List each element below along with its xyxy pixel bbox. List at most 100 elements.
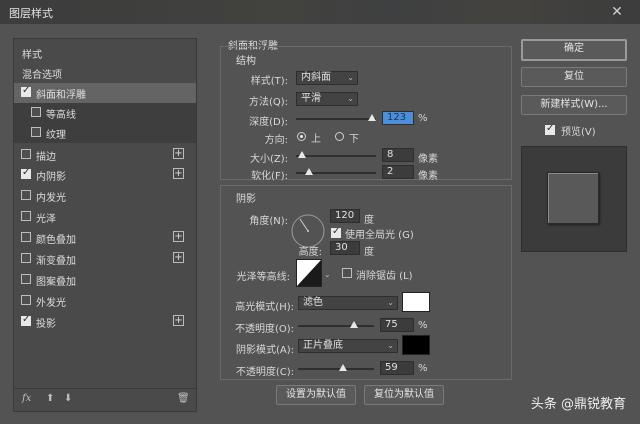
title-bar-background	[60, 0, 620, 24]
shading-title: 阴影	[236, 194, 256, 205]
add-drop-shadow-icon[interactable]: +	[173, 315, 184, 326]
window-title: 图层样式	[9, 7, 53, 20]
style-item-inner-shadow[interactable]: 内阴影 +	[14, 165, 196, 185]
highlight-opacity-unit: %	[418, 320, 428, 331]
shadow-mode-select[interactable]: 正片叠底 ⌄	[298, 339, 398, 353]
direction-label: 方向:	[264, 135, 288, 146]
soften-label: 软化(F):	[251, 171, 288, 182]
technique-label: 方法(Q):	[248, 97, 288, 108]
inner-glow-checkbox[interactable]	[21, 190, 31, 200]
highlight-mode-select[interactable]: 滤色 ⌄	[298, 296, 398, 310]
global-light-label: 使用全局光 (G)	[345, 230, 414, 241]
depth-slider-thumb[interactable]	[368, 114, 376, 121]
highlight-color-swatch[interactable]	[402, 292, 430, 312]
highlight-mode-label: 高光模式(H):	[235, 302, 294, 313]
technique-select[interactable]: 平滑 ⌄	[296, 92, 358, 106]
styles-header[interactable]: 样式	[14, 43, 196, 63]
blend-options-item[interactable]: 混合选项	[14, 63, 196, 83]
add-inner-shadow-icon[interactable]: +	[173, 168, 184, 179]
highlight-opacity-label: 不透明度(O):	[234, 324, 294, 335]
style-item-stroke[interactable]: 描边 +	[14, 145, 196, 165]
style-item-color-overlay[interactable]: 颜色叠加 +	[14, 228, 196, 248]
shadow-mode-label: 阴影模式(A):	[235, 345, 294, 356]
shadow-opacity-thumb[interactable]	[339, 364, 347, 371]
style-item-texture[interactable]: 纹理	[14, 123, 196, 143]
pattern-overlay-checkbox[interactable]	[21, 274, 31, 284]
depth-input[interactable]: 123	[382, 111, 414, 125]
direction-up-label: 上	[311, 134, 321, 145]
svg-text:⌄: ⌄	[324, 270, 331, 279]
style-select[interactable]: 内斜面 ⌄	[296, 71, 358, 85]
global-light-checkbox[interactable]	[331, 226, 341, 238]
move-up-icon[interactable]: ⬆	[46, 393, 54, 404]
direction-down-label: 下	[349, 134, 359, 145]
chevron-down-icon: ⌄	[387, 298, 394, 307]
highlight-opacity-input[interactable]: 75	[380, 318, 414, 332]
style-item-pattern-overlay[interactable]: 图案叠加	[14, 270, 196, 290]
soften-slider-thumb[interactable]	[305, 168, 313, 175]
highlight-opacity-slider[interactable]	[298, 325, 374, 327]
altitude-label: 高度:	[298, 247, 322, 258]
contour-checkbox[interactable]	[31, 107, 41, 117]
style-item-outer-glow[interactable]: 外发光	[14, 291, 196, 311]
depth-unit: %	[418, 113, 428, 124]
size-input[interactable]: 8	[382, 148, 414, 162]
drop-shadow-checkbox[interactable]	[21, 314, 31, 326]
add-stroke-icon[interactable]: +	[173, 148, 184, 159]
style-item-drop-shadow[interactable]: 投影 +	[14, 312, 196, 332]
reset-button[interactable]: 复位	[521, 67, 627, 87]
move-down-icon[interactable]: ⬇	[64, 393, 72, 404]
size-label: 大小(Z):	[249, 154, 288, 165]
style-item-satin[interactable]: 光泽	[14, 207, 196, 227]
antialias-label: 消除锯齿 (L)	[356, 271, 413, 282]
make-default-button[interactable]: 设置为默认值	[276, 385, 356, 405]
altitude-input[interactable]: 30	[330, 241, 360, 255]
ok-button[interactable]: 确定	[521, 39, 627, 61]
shadow-opacity-unit: %	[418, 363, 428, 374]
style-item-inner-glow[interactable]: 内发光	[14, 186, 196, 206]
trash-icon[interactable]: 🗑	[177, 393, 190, 404]
title-bar: 图层样式 ✕	[0, 0, 640, 24]
depth-slider[interactable]	[296, 118, 376, 120]
new-style-button[interactable]: 新建样式(W)...	[521, 95, 627, 115]
add-color-overlay-icon[interactable]: +	[173, 231, 184, 242]
direction-down-radio[interactable]	[335, 132, 344, 141]
outer-glow-checkbox[interactable]	[21, 295, 31, 305]
gloss-contour-picker[interactable]: ⌄	[296, 259, 332, 287]
shadow-opacity-label: 不透明度(C):	[235, 367, 294, 378]
satin-checkbox[interactable]	[21, 211, 31, 221]
size-slider-thumb[interactable]	[298, 151, 306, 158]
angle-label: 角度(N):	[249, 216, 288, 227]
shadow-color-swatch[interactable]	[402, 335, 430, 355]
preview-label: 预览(V)	[561, 127, 596, 138]
fx-icon[interactable]: fx	[22, 393, 31, 404]
style-item-contour[interactable]: 等高线	[14, 103, 196, 123]
reset-default-button[interactable]: 复位为默认值	[364, 385, 444, 405]
structure-title: 结构	[236, 56, 256, 67]
gradient-overlay-checkbox[interactable]	[21, 253, 31, 263]
direction-up-radio[interactable]	[297, 132, 306, 141]
shadow-opacity-slider[interactable]	[298, 368, 374, 370]
add-gradient-overlay-icon[interactable]: +	[173, 252, 184, 263]
soften-input[interactable]: 2	[382, 165, 414, 179]
highlight-opacity-thumb[interactable]	[350, 321, 358, 328]
angle-input[interactable]: 120	[330, 209, 360, 223]
bevel-checkbox[interactable]	[21, 85, 31, 97]
style-item-bevel[interactable]: 斜面和浮雕	[14, 83, 196, 103]
color-overlay-checkbox[interactable]	[21, 232, 31, 242]
close-icon[interactable]: ✕	[608, 3, 626, 21]
depth-label: 深度(D):	[249, 117, 288, 128]
preview-checkbox[interactable]	[545, 123, 555, 135]
antialias-checkbox[interactable]	[342, 268, 352, 278]
altitude-unit: 度	[364, 247, 374, 258]
shadow-opacity-input[interactable]: 59	[380, 361, 414, 375]
inner-shadow-checkbox[interactable]	[21, 167, 31, 179]
stroke-checkbox[interactable]	[21, 149, 31, 159]
size-slider[interactable]	[296, 155, 376, 157]
style-item-gradient-overlay[interactable]: 渐变叠加 +	[14, 249, 196, 269]
texture-checkbox[interactable]	[31, 127, 41, 137]
angle-unit: 度	[364, 215, 374, 226]
style-list-panel: 样式 混合选项 斜面和浮雕 等高线 纹理 描边 + 内阴影 + 内发光 光泽 颜…	[13, 38, 197, 412]
size-unit: 像素	[418, 154, 438, 165]
style-label: 样式(T):	[250, 76, 288, 87]
